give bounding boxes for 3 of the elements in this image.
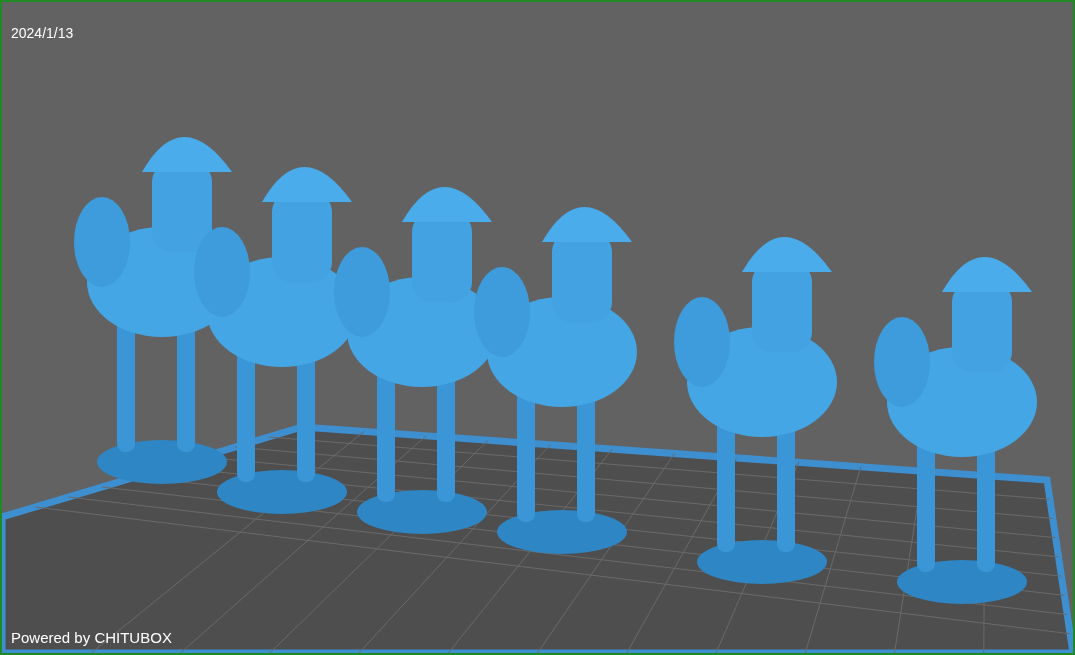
date-label: 2024/1/13 <box>11 24 74 43</box>
watermark-label: Powered by CHITUBOX <box>11 628 172 648</box>
viewport[interactable]: 2024/1/13 Powered by CHITUBOX <box>0 0 1075 655</box>
